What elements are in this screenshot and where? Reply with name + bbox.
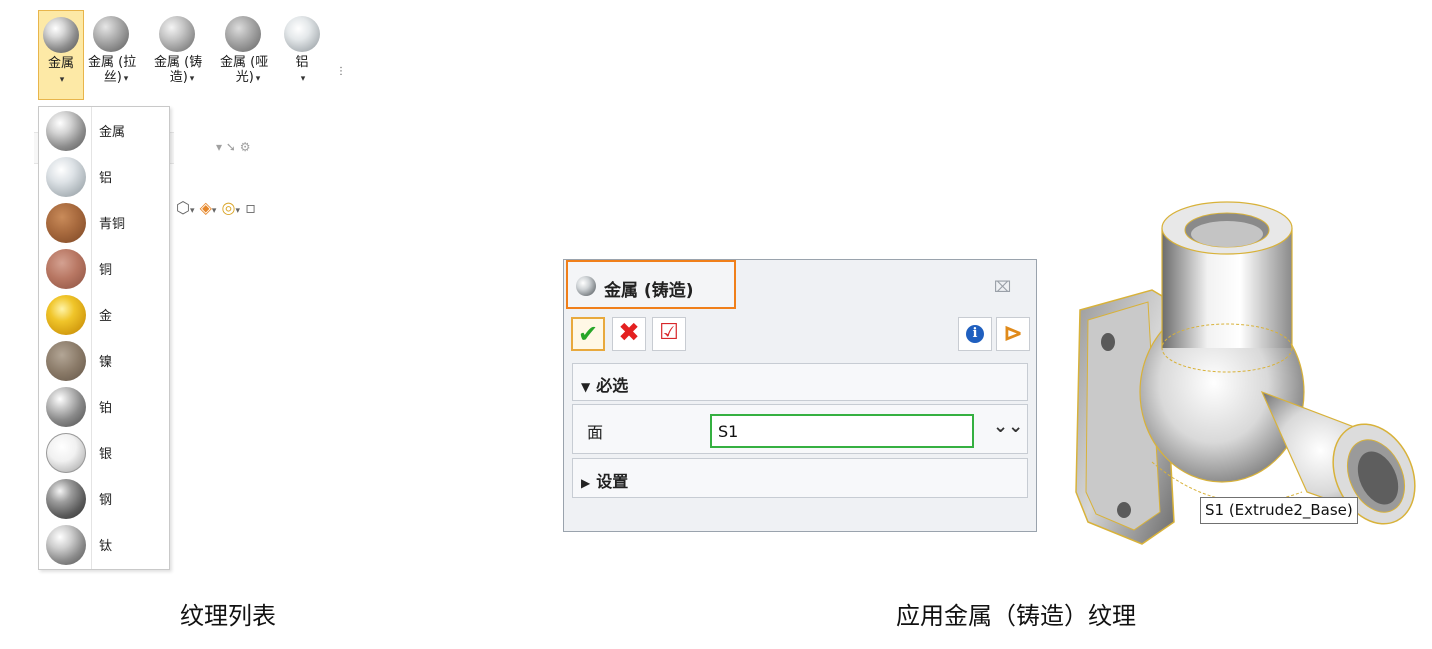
- ribbon-item-label: 金属 (哑: [220, 55, 269, 70]
- chevron-down-icon[interactable]: ▾: [60, 73, 65, 88]
- list-item[interactable]: 金: [39, 291, 169, 337]
- dialog-title: 金属 (铸造): [604, 281, 694, 301]
- list-item-label: 钛: [99, 539, 113, 554]
- chevron-down-icon[interactable]: ▾: [190, 72, 195, 87]
- ribbon-item-label: 铝: [295, 55, 309, 70]
- right-caption: 应用金属（铸造）纹理: [896, 602, 1136, 630]
- settings-section-label: 设置: [596, 472, 629, 491]
- material-dropdown-list: 金属 铝 青铜 铜 金 镍 铂 银 钢 钛: [38, 106, 170, 570]
- platinum-sphere-icon: [46, 387, 86, 427]
- ribbon-item-aluminum[interactable]: 铝 ▾: [280, 10, 324, 100]
- brushed-metal-sphere-icon: [93, 16, 129, 52]
- list-item-label: 金: [99, 309, 113, 324]
- panel-toggle-button[interactable]: ⊳: [996, 317, 1030, 351]
- cancel-button[interactable]: ✖: [612, 317, 646, 351]
- ok-button[interactable]: ✔: [571, 317, 605, 351]
- metal-sphere-icon: [43, 17, 79, 53]
- ribbon-item-cast-metal[interactable]: 金属 (铸 造) ▾: [154, 10, 203, 100]
- selection-tooltip: S1 (Extrude2_Base): [1200, 497, 1358, 524]
- silver-sphere-icon: [46, 433, 86, 473]
- gold-sphere-icon: [46, 295, 86, 335]
- display-style-icon: ◎: [221, 198, 236, 217]
- titanium-sphere-icon: [46, 525, 86, 565]
- cast-metal-sphere-icon: [159, 16, 195, 52]
- chevron-down-icon[interactable]: ▾: [124, 72, 129, 87]
- aluminum-sphere-icon: [284, 16, 320, 52]
- checkmark-icon: ✔: [577, 320, 599, 348]
- render-mode-icon: ◈: [199, 198, 212, 217]
- list-item-label: 铝: [99, 171, 113, 186]
- cube-outline-icon: ⬡: [176, 198, 190, 217]
- collapse-triangle-icon: ▶: [581, 476, 591, 490]
- list-item[interactable]: 钛: [39, 521, 169, 567]
- list-item-label: 镍: [99, 355, 113, 370]
- ribbon-item-label-line2: 光): [235, 70, 254, 85]
- apply-check-icon: ☑: [659, 320, 679, 345]
- list-item-label: 金属: [99, 125, 126, 140]
- close-icon[interactable]: ⌧: [994, 278, 1011, 296]
- list-item-label: 铂: [99, 401, 113, 416]
- ribbon-item-label: 金属 (铸: [154, 55, 203, 70]
- list-item-label: 钢: [99, 493, 113, 508]
- metal-sphere-icon: [46, 111, 86, 151]
- ribbon-item-label-line2: 造): [169, 70, 188, 85]
- background-arrow-icon: ▾ ➘ ⚙: [216, 140, 251, 154]
- info-icon: i: [966, 325, 984, 343]
- settings-section-header[interactable]: ▶ 设置: [572, 458, 1028, 498]
- copper-sphere-icon: [46, 249, 86, 289]
- ribbon-item-matte-metal[interactable]: 金属 (哑 光) ▾: [220, 10, 269, 100]
- material-dialog: 金属 (铸造) ⌧ ✔ ✖ ☑ i ⊳ ▼ 必选 面 ⌄⌄ ▶ 设置: [563, 259, 1037, 532]
- nickel-sphere-icon: [46, 341, 86, 381]
- list-item[interactable]: 铜: [39, 245, 169, 291]
- list-item-label: 铜: [99, 263, 113, 278]
- info-button[interactable]: i: [958, 317, 992, 351]
- aluminum-sphere-icon: [46, 157, 86, 197]
- window-icon: ▫: [245, 198, 256, 217]
- left-caption: 纹理列表: [180, 602, 276, 630]
- required-section-label: 必选: [596, 376, 629, 395]
- face-selection-field[interactable]: [710, 414, 974, 448]
- material-gallery-ribbon: 金属 ▾ 金属 (拉 丝) ▾ 金属 (铸 造) ▾ 金属 (哑 光) ▾ 铝 ▾ ⋮: [34, 8, 346, 106]
- face-label: 面: [587, 423, 604, 442]
- list-item[interactable]: 青铜: [39, 199, 169, 245]
- ribbon-item-metal[interactable]: 金属 ▾: [38, 10, 84, 100]
- ribbon-item-label-line2: 丝): [103, 70, 122, 85]
- apply-button[interactable]: ☑: [652, 317, 686, 351]
- list-item[interactable]: 铝: [39, 153, 169, 199]
- list-item[interactable]: 银: [39, 429, 169, 475]
- list-item[interactable]: 金属: [39, 107, 169, 153]
- ribbon-item-label: 金属 (拉: [88, 55, 137, 70]
- list-item[interactable]: 钢: [39, 475, 169, 521]
- x-icon: ✖: [618, 318, 640, 348]
- double-chevron-down-icon[interactable]: ⌄⌄: [993, 416, 1023, 437]
- expand-triangle-icon: ▼: [581, 380, 591, 394]
- cast-metal-sphere-icon: [576, 276, 596, 296]
- chevron-down-icon[interactable]: ▾: [256, 72, 261, 87]
- steel-sphere-icon: [46, 479, 86, 519]
- list-item-label: 青铜: [99, 217, 126, 232]
- list-item-label: 银: [99, 447, 113, 462]
- ribbon-item-label: 金属: [47, 56, 74, 71]
- gallery-more-icon[interactable]: ⋮: [336, 66, 346, 77]
- background-view-icons: ⬡▾ ◈▾ ◎▾ ▫: [176, 198, 256, 217]
- panel-toggle-icon: ⊳: [1002, 319, 1024, 347]
- bronze-sphere-icon: [46, 203, 86, 243]
- matte-metal-sphere-icon: [225, 16, 261, 52]
- list-item[interactable]: 镍: [39, 337, 169, 383]
- required-section-header[interactable]: ▼ 必选: [572, 363, 1028, 401]
- chevron-down-icon[interactable]: ▾: [301, 72, 306, 87]
- ribbon-item-brushed-metal[interactable]: 金属 (拉 丝) ▾: [88, 10, 137, 100]
- list-item[interactable]: 铂: [39, 383, 169, 429]
- dialog-title-bar: 金属 (铸造): [566, 260, 736, 309]
- face-row: 面 ⌄⌄: [572, 404, 1028, 454]
